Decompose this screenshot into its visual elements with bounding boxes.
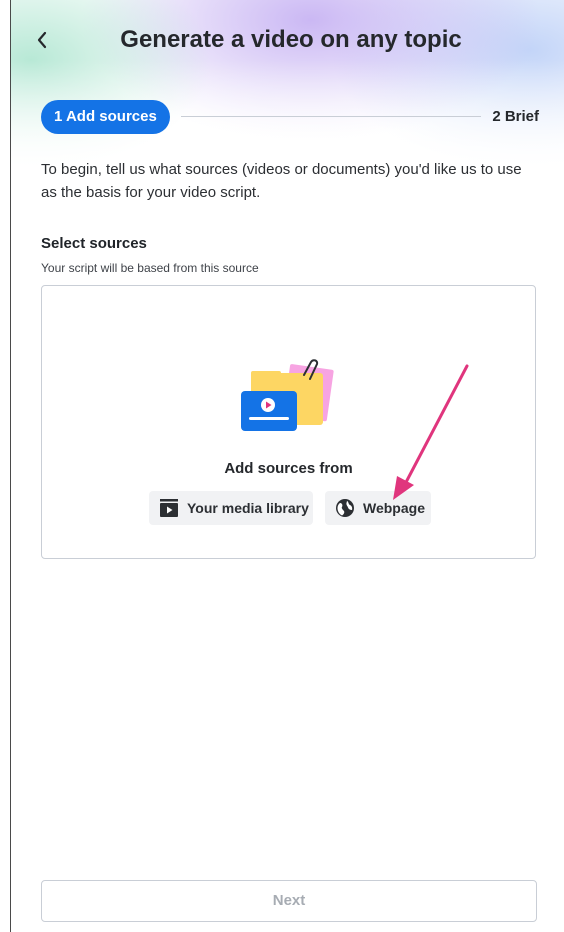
next-button[interactable]: Next [41, 880, 537, 922]
generate-video-panel: Generate a video on any topic 1 Add sour… [11, 0, 564, 932]
globe-icon [335, 498, 355, 518]
webpage-label: Webpage [363, 500, 425, 516]
stepper-connector [181, 116, 481, 117]
intro-text: To begin, tell us what sources (videos o… [41, 161, 522, 201]
webpage-button[interactable]: Webpage [325, 491, 431, 525]
chevron-left-icon [37, 31, 47, 49]
window-edge [0, 0, 11, 932]
sources-illustration [241, 359, 334, 431]
media-library-label: Your media library [187, 500, 309, 516]
media-library-button[interactable]: Your media library [149, 491, 313, 525]
stepper: 1 Add sources 2 Brief [41, 100, 539, 134]
step-add-sources[interactable]: 1 Add sources [41, 100, 170, 134]
add-sources-label: Add sources from [224, 460, 353, 477]
select-sources-subtitle: Your script will be based from this sour… [41, 261, 259, 275]
sources-dropzone[interactable]: Add sources from Your media library Webp… [41, 285, 536, 559]
page-title: Generate a video on any topic [120, 26, 462, 53]
step-brief[interactable]: 2 Brief [492, 100, 539, 134]
select-sources-title: Select sources [41, 235, 147, 252]
back-button[interactable] [29, 22, 55, 58]
media-library-icon [159, 498, 179, 518]
